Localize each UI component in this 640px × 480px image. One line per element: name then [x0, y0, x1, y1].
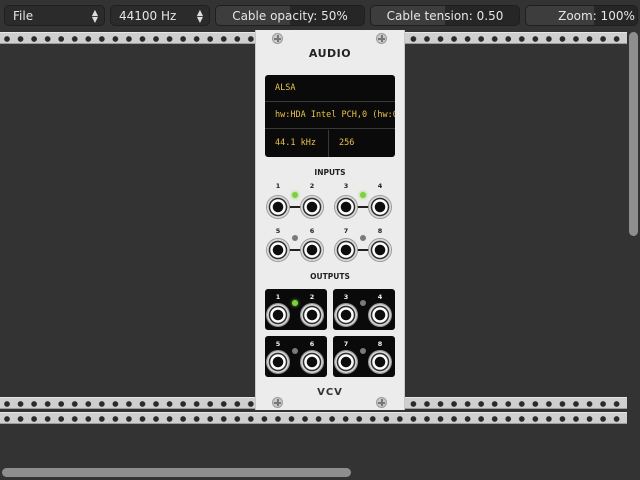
- output-jack-1[interactable]: [267, 304, 289, 326]
- module-title: AUDIO: [308, 47, 352, 60]
- zoom-slider[interactable]: Zoom: 100%: [525, 5, 638, 26]
- output-jack-2[interactable]: [301, 304, 323, 326]
- input-number: 5: [275, 227, 281, 235]
- vertical-scrollbar-thumb[interactable]: [629, 32, 638, 236]
- zoom-label: Zoom: 100%: [558, 9, 635, 23]
- sample-rate-label: 44100 Hz: [119, 9, 177, 23]
- input-number: 2: [309, 182, 315, 190]
- output-number: 2: [309, 293, 315, 301]
- vertical-scrollbar[interactable]: [627, 30, 640, 467]
- input-link: [289, 206, 301, 208]
- input-number: 8: [377, 227, 383, 235]
- output-jack-4[interactable]: [369, 304, 391, 326]
- horizontal-scrollbar[interactable]: [0, 465, 627, 480]
- output-jack-8[interactable]: [369, 351, 391, 373]
- input-number: 6: [309, 227, 315, 235]
- file-menu-label: File: [13, 9, 34, 23]
- inputs-label: INPUTS: [314, 168, 346, 177]
- input-number: 4: [377, 182, 383, 190]
- output-led-3-4: [360, 300, 366, 306]
- input-led-1-2: [292, 192, 298, 198]
- select-arrows-icon: ▲ ▼: [91, 8, 98, 24]
- select-arrows-icon: ▲ ▼: [196, 8, 203, 24]
- sample-rate-select[interactable]: 44100 Hz ▲ ▼: [110, 5, 210, 26]
- block-size-display[interactable]: 256: [329, 129, 354, 157]
- cable-tension-slider[interactable]: Cable tension: 0.50: [370, 5, 520, 26]
- output-led-5-6: [292, 348, 298, 354]
- rack-rail-bottom-2: [0, 412, 627, 424]
- audio-module[interactable]: AUDIO ALSA hw:HDA Intel PCH,0 (hw:0,0) 4…: [255, 30, 405, 410]
- input-number: 1: [275, 182, 281, 190]
- input-link: [289, 249, 301, 251]
- screw-icon: [272, 33, 283, 44]
- device-select[interactable]: hw:HDA Intel PCH,0 (hw:0,0): [265, 102, 395, 129]
- sample-rate-display[interactable]: 44.1 kHz: [265, 129, 316, 157]
- input-jack-4[interactable]: [369, 196, 391, 218]
- cable-opacity-label: Cable opacity: 50%: [232, 9, 348, 23]
- output-led-1-2: [292, 300, 298, 306]
- output-number: 4: [377, 293, 383, 301]
- output-jack-5[interactable]: [267, 351, 289, 373]
- output-number: 5: [275, 340, 281, 348]
- driver-select[interactable]: ALSA: [265, 75, 395, 102]
- input-jack-6[interactable]: [301, 239, 323, 261]
- output-number: 6: [309, 340, 315, 348]
- input-jack-7[interactable]: [335, 239, 357, 261]
- input-number: 3: [343, 182, 349, 190]
- output-jack-6[interactable]: [301, 351, 323, 373]
- output-number: 7: [343, 340, 349, 348]
- toolbar: File ▲ ▼ 44100 Hz ▲ ▼ Cable opacity: 50% C…: [0, 0, 640, 30]
- output-led-7-8: [360, 348, 366, 354]
- input-jack-1[interactable]: [267, 196, 289, 218]
- input-led-7-8: [360, 235, 366, 241]
- audio-display: ALSA hw:HDA Intel PCH,0 (hw:0,0) 44.1 kH…: [265, 75, 395, 157]
- screw-icon: [376, 33, 387, 44]
- output-jack-3[interactable]: [335, 304, 357, 326]
- input-link: [357, 206, 369, 208]
- output-jack-7[interactable]: [335, 351, 357, 373]
- horizontal-scrollbar-thumb[interactable]: [2, 468, 351, 477]
- input-jack-2[interactable]: [301, 196, 323, 218]
- input-link: [357, 249, 369, 251]
- input-jack-3[interactable]: [335, 196, 357, 218]
- cable-tension-label: Cable tension: 0.50: [386, 9, 504, 23]
- output-number: 8: [377, 340, 383, 348]
- output-number: 1: [275, 293, 281, 301]
- cable-opacity-slider[interactable]: Cable opacity: 50%: [215, 5, 365, 26]
- screw-icon: [272, 397, 283, 408]
- input-number: 7: [343, 227, 349, 235]
- screw-icon: [376, 397, 387, 408]
- outputs-label: OUTPUTS: [310, 272, 350, 281]
- input-jack-5[interactable]: [267, 239, 289, 261]
- file-menu[interactable]: File ▲ ▼: [4, 5, 105, 26]
- input-led-5-6: [292, 235, 298, 241]
- output-number: 3: [343, 293, 349, 301]
- input-jack-8[interactable]: [369, 239, 391, 261]
- vcv-logo: VCV: [317, 387, 343, 398]
- input-led-3-4: [360, 192, 366, 198]
